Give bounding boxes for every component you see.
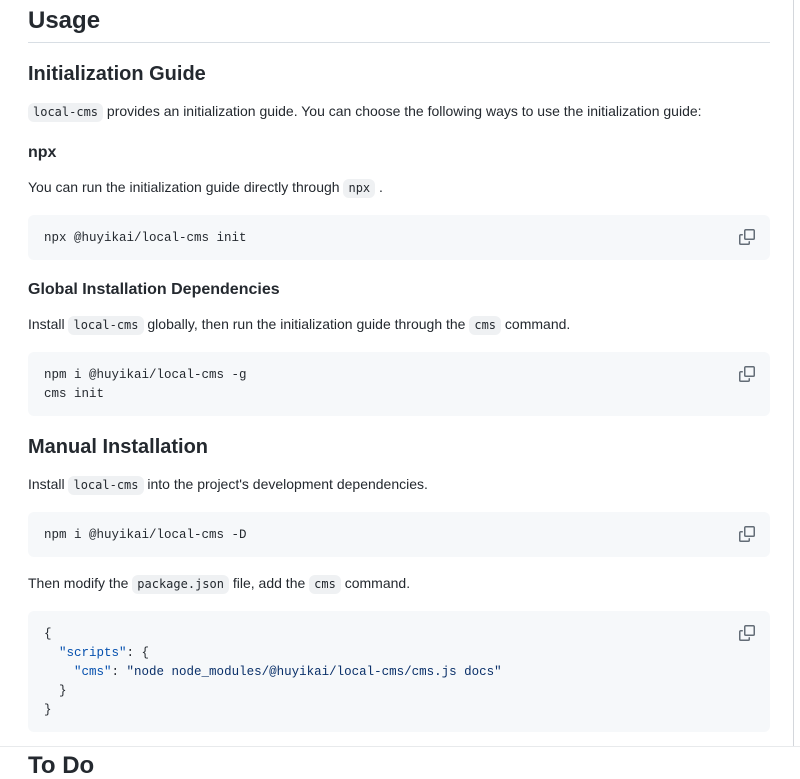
copy-icon — [739, 625, 755, 641]
code-text: npx @huyikai/local-cms init — [44, 231, 247, 245]
modify-after: command. — [341, 575, 410, 591]
copy-button[interactable] — [732, 618, 762, 648]
code-text: npm i @huyikai/local-cms -D — [44, 528, 247, 542]
heading-npx: npx — [28, 144, 770, 161]
code-block-pre: npm i @huyikai/local-cms -g cms init — [28, 352, 770, 416]
code-text: { "scripts": { "cms": "node node_modules… — [44, 627, 502, 717]
code-text: npm i @huyikai/local-cms -g cms init — [44, 368, 247, 401]
copy-button[interactable] — [732, 359, 762, 389]
intro-text: provides an initialization guide. You ca… — [103, 103, 702, 119]
npx-desc-after: . — [375, 179, 383, 195]
code-block-package-json: { "scripts": { "cms": "node node_modules… — [28, 611, 770, 732]
readme-content: Usage Initialization Guide local-cms pro… — [0, 0, 800, 779]
code-block-pre: npm i @huyikai/local-cms -D — [28, 512, 770, 557]
paragraph-modify-package-json: Then modify the package.json file, add t… — [28, 573, 770, 595]
paragraph-intro: local-cms provides an initialization gui… — [28, 101, 770, 123]
section-heading-todo: To Do — [28, 753, 770, 779]
modify-text: Then modify the — [28, 575, 132, 591]
inline-code-local-cms: local-cms — [68, 316, 143, 335]
section-heading-usage: Usage — [28, 8, 770, 43]
inline-code-cms: cms — [309, 575, 341, 594]
section-heading-manual-installation: Manual Installation — [28, 437, 770, 458]
inline-code-local-cms: local-cms — [28, 103, 103, 122]
copy-icon — [739, 366, 755, 382]
copy-button[interactable] — [732, 222, 762, 252]
global-desc-text: Install — [28, 316, 68, 332]
paragraph-global-desc: Install local-cms globally, then run the… — [28, 314, 770, 336]
inline-code-package-json: package.json — [132, 575, 229, 594]
code-block-pre: { "scripts": { "cms": "node node_modules… — [28, 611, 770, 732]
copy-icon — [739, 526, 755, 542]
copy-button[interactable] — [732, 519, 762, 549]
inline-code-cms: cms — [469, 316, 501, 335]
section-heading-initialization-guide: Initialization Guide — [28, 64, 770, 85]
modify-mid: file, add the — [229, 575, 309, 591]
heading-global-installation-dependencies: Global Installation Dependencies — [28, 281, 770, 298]
global-desc-after: command. — [501, 316, 570, 332]
code-block-global-install: npm i @huyikai/local-cms -g cms init — [28, 352, 770, 416]
inline-code-npx: npx — [343, 179, 375, 198]
manual-desc-after: into the project's development dependenc… — [144, 476, 428, 492]
inline-code-local-cms: local-cms — [68, 476, 143, 495]
code-block-pre: npx @huyikai/local-cms init — [28, 215, 770, 260]
npx-desc-text: You can run the initialization guide dir… — [28, 179, 343, 195]
window-right-edge — [793, 0, 794, 747]
code-block-npx-init: npx @huyikai/local-cms init — [28, 215, 770, 260]
paragraph-npx-desc: You can run the initialization guide dir… — [28, 177, 770, 199]
paragraph-manual-desc: Install local-cms into the project's dev… — [28, 474, 770, 496]
copy-icon — [739, 229, 755, 245]
manual-desc-text: Install — [28, 476, 68, 492]
global-desc-mid: globally, then run the initialization gu… — [144, 316, 470, 332]
code-block-manual-install: npm i @huyikai/local-cms -D — [28, 512, 770, 557]
